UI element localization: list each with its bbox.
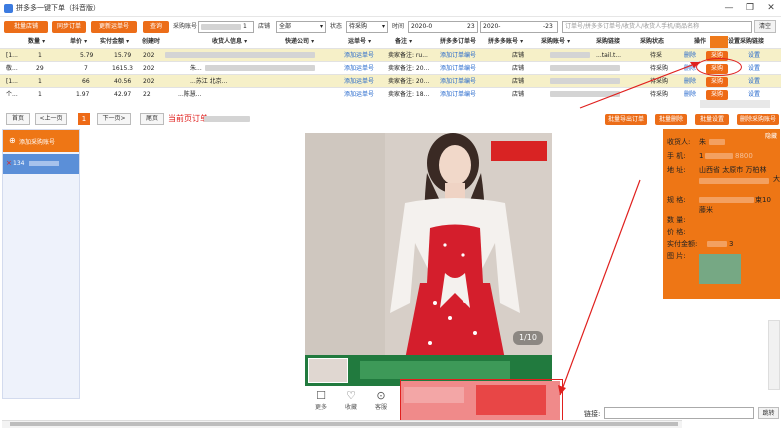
phone-value: 1	[699, 152, 704, 160]
redacted-block	[699, 197, 754, 203]
paid-value: 3	[729, 240, 734, 248]
price-label: 价 格:	[667, 228, 686, 236]
spec-label: 规 格:	[667, 196, 686, 204]
image-label: 图 片:	[667, 252, 686, 260]
redacted-block	[699, 178, 769, 184]
link-label: 链接:	[584, 410, 601, 418]
hide-button[interactable]: 隐藏	[765, 131, 777, 140]
vertical-scrollbar[interactable]	[768, 320, 780, 390]
link-input[interactable]	[604, 407, 754, 419]
redacted-block	[705, 153, 733, 159]
phone-label: 手 机:	[667, 152, 686, 160]
paid-label: 实付金额:	[667, 240, 698, 248]
go-button[interactable]: 跳转	[758, 407, 779, 419]
redacted-block	[707, 241, 727, 247]
detail-thumbnail[interactable]	[699, 254, 741, 284]
address-label: 地 址:	[667, 166, 686, 174]
redacted-block	[709, 139, 725, 145]
scrollbar-thumb[interactable]	[10, 422, 678, 426]
spec-line2: 藤米	[699, 206, 713, 214]
spec-value: 束10	[755, 196, 771, 204]
address-tail: 大	[773, 175, 780, 183]
receiver-label: 收货人:	[667, 138, 691, 146]
qty-label: 数 量:	[667, 216, 686, 224]
address-value: 山西省 太原市 万柏林	[699, 166, 767, 174]
receiver-value: 朱	[699, 138, 706, 146]
order-detail-panel: 隐藏 收货人: 朱 手 机: 1 8800 地 址: 山西省 太原市 万柏林 大…	[663, 129, 780, 299]
phone-suffix: 8800	[735, 152, 753, 160]
